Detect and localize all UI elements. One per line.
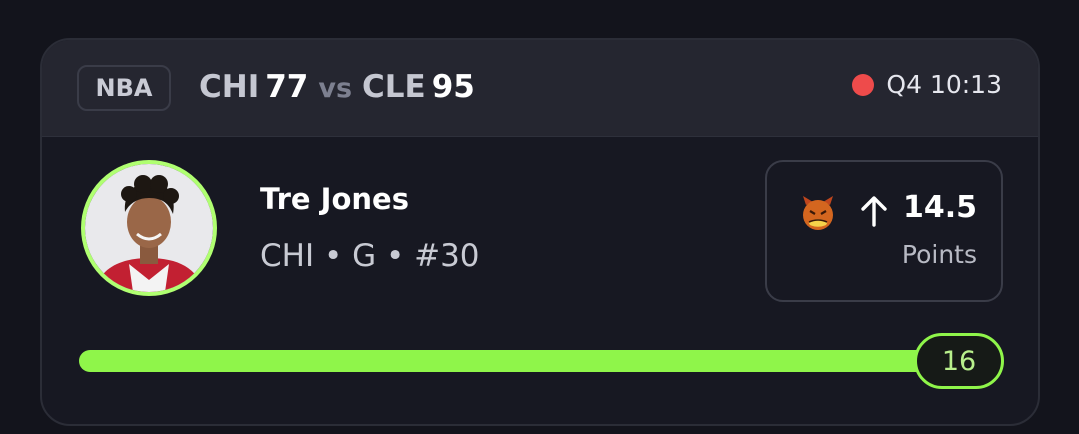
- vs-separator: vs: [318, 73, 353, 104]
- home-team: CHI: [199, 69, 260, 105]
- pick-line-value: 14.5: [902, 190, 977, 225]
- league-badge: NBA: [77, 65, 171, 111]
- up-arrow-icon: [861, 196, 887, 227]
- scoreline: CHI 77 vs CLE 95: [199, 67, 479, 109]
- pick-box[interactable]: 14.5 Points: [765, 160, 1003, 302]
- player-name: Tre Jones: [260, 182, 409, 216]
- game-status: Q4 10:13: [852, 70, 1002, 99]
- away-team: CLE: [362, 69, 426, 105]
- game-clock: Q4 10:13: [886, 70, 1002, 99]
- prop-card[interactable]: NBA CHI 77 vs CLE 95 Q4 10:13 Tre Jones …: [40, 38, 1040, 426]
- player-meta: CHI • G • #30: [260, 238, 480, 274]
- live-dot-icon: [852, 73, 875, 96]
- home-score: 77: [265, 69, 309, 105]
- game-header: NBA CHI 77 vs CLE 95 Q4 10:13: [42, 40, 1038, 137]
- progress-track: [79, 350, 1003, 372]
- devil-face-icon: [803, 196, 833, 230]
- player-avatar[interactable]: [81, 160, 217, 296]
- progress-current-value: 16: [914, 333, 1004, 389]
- pick-stat-label: Points: [901, 240, 977, 269]
- progress-fill: [79, 350, 1003, 372]
- away-score: 95: [431, 69, 475, 105]
- player-headshot-icon: [85, 164, 213, 292]
